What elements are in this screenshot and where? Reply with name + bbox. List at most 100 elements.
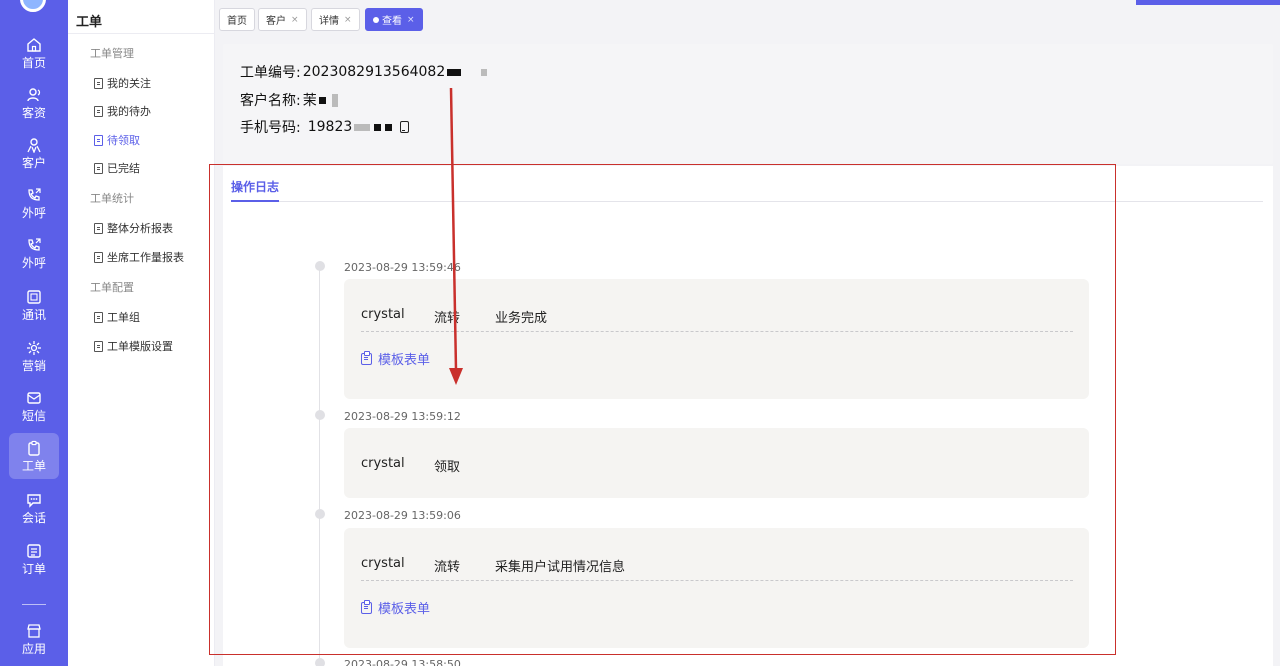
tab-view[interactable]: 查看 × [365, 8, 423, 31]
tab-detail[interactable]: 详情 × [311, 8, 360, 31]
customer-name-value: 茉 [302, 93, 317, 109]
outbound-call-icon [28, 187, 41, 201]
phone-row: 手机号码: 19823 [240, 117, 410, 137]
sms-icon [27, 391, 41, 404]
log-entry: crystal 领取 [344, 428, 1089, 498]
tab-home[interactable]: 首页 [219, 8, 255, 31]
rail-item-order[interactable]: 订单 [9, 536, 59, 582]
rail-item-work-order[interactable]: 工单 [9, 433, 59, 479]
template-form-link[interactable]: 模板表单 [361, 349, 430, 368]
submenu-item-my-todo[interactable]: 我的待办 [94, 103, 151, 119]
template-form-link-label: 模板表单 [378, 602, 431, 617]
submenu-item-work-order-group[interactable]: 工单组 [94, 309, 140, 325]
marketing-icon [27, 340, 41, 355]
template-form-link[interactable]: 模板表单 [361, 598, 430, 617]
document-icon [94, 222, 103, 234]
clipboard-icon [361, 599, 372, 614]
rail-item-label: 客户 [21, 155, 46, 170]
submenu-group-management: 工单管理 [90, 47, 134, 60]
log-entry-row: crystal 领取 [361, 456, 495, 475]
rail-item-label: 订单 [21, 561, 46, 576]
tab-label: 详情 [319, 16, 339, 27]
submenu-title-divider [68, 33, 215, 34]
rail-item-leads[interactable]: 客资 [9, 80, 59, 126]
log-entry-row: crystal 流转 业务完成 [361, 307, 547, 326]
active-dot-icon [373, 16, 379, 23]
close-icon[interactable]: × [407, 15, 415, 25]
template-form-link-label: 模板表单 [378, 353, 431, 368]
log-entry: crystal 流转 采集用户试用情况信息 模板表单 [344, 528, 1089, 648]
submenu-item-overall-report[interactable]: 整体分析报表 [94, 220, 173, 236]
rail-item-apps[interactable]: 应用 [9, 616, 59, 662]
log-entry-divider [361, 331, 1073, 332]
submenu-item-label: 已完结 [107, 162, 140, 175]
document-icon [94, 77, 103, 89]
rail-item-chat[interactable]: 会话 [9, 485, 59, 531]
topbar-accent [1136, 0, 1280, 5]
ticket-info-card: 工单编号: 2023082913564082 客户名称: 茉 手机号码: 198… [223, 44, 1273, 164]
rail-item-marketing[interactable]: 营销 [9, 333, 59, 379]
rail-item-label: 首页 [21, 55, 46, 70]
rail-item-label: 外呼 [21, 205, 46, 220]
submenu-item-template-settings[interactable]: 工单模版设置 [94, 338, 173, 354]
log-entry-action: 流转 [434, 560, 461, 575]
rail-item-home[interactable]: 首页 [9, 30, 59, 76]
close-icon[interactable]: × [291, 15, 299, 25]
tab-operation-log[interactable]: 操作日志 [231, 178, 279, 195]
document-icon [94, 105, 103, 117]
submenu-item-label: 我的待办 [107, 105, 151, 118]
submenu-item-to-claim[interactable]: 待领取 [94, 132, 140, 148]
rail-item-label: 会话 [21, 510, 46, 525]
contacts-icon [27, 289, 41, 304]
rail-item-label: 外呼 [21, 255, 46, 270]
rail-divider [22, 604, 46, 605]
leads-icon [27, 87, 41, 101]
rail-item-label: 短信 [21, 408, 46, 423]
rail-item-label: 工单 [21, 458, 46, 473]
tab-customer[interactable]: 客户 × [258, 8, 307, 31]
submenu-item-label: 整体分析报表 [107, 222, 173, 235]
log-entry-time: 2023-08-29 13:58:50 [344, 658, 461, 666]
rail-item-outbound-2[interactable]: 外呼 [9, 230, 59, 276]
submenu-title: 工单 [76, 15, 103, 30]
timeline-dot [315, 410, 325, 420]
rail-item-label: 通讯 [21, 307, 46, 322]
mobile-phone-icon[interactable] [400, 121, 410, 133]
masked-text [481, 68, 488, 76]
log-entry-row: crystal 流转 采集用户试用情况信息 [361, 556, 625, 575]
main-content: 工单编号: 2023082913564082 客户名称: 茉 手机号码: 198… [215, 34, 1280, 666]
timeline-dot [315, 509, 325, 519]
submenu-item-completed[interactable]: 已完结 [94, 160, 140, 176]
document-icon [94, 134, 103, 146]
submenu-item-label: 工单组 [107, 311, 140, 324]
log-entry-time: 2023-08-29 13:59:12 [344, 410, 461, 423]
document-icon [94, 251, 103, 263]
log-entry-detail: 采集用户试用情况信息 [495, 560, 626, 575]
submenu-group-config: 工单配置 [90, 281, 134, 294]
timeline-line [319, 266, 320, 666]
close-icon[interactable]: × [344, 15, 352, 25]
submenu-item-my-follow[interactable]: 我的关注 [94, 75, 151, 91]
ticket-id-label: 工单编号: [240, 65, 301, 81]
log-entry-action: 领取 [434, 460, 461, 475]
timeline-dot [315, 261, 325, 271]
rail-item-customer[interactable]: 客户 [9, 130, 59, 176]
work-order-submenu: 工单 工单管理 我的关注 我的待办 待领取 已完结 工单统计 整体分析报表 坐席… [68, 0, 215, 666]
work-order-icon [28, 440, 40, 456]
document-icon [94, 311, 103, 323]
ticket-id-value: 2023082913564082 [302, 64, 446, 80]
rail-item-label: 客资 [21, 105, 46, 120]
chat-icon [27, 493, 41, 508]
rail-item-outbound-1[interactable]: 外呼 [9, 180, 59, 226]
rail-item-sms[interactable]: 短信 [9, 383, 59, 429]
phone-value: 19823 [307, 119, 353, 135]
submenu-item-label: 我的关注 [107, 77, 151, 90]
customer-name-label: 客户名称: [240, 93, 301, 109]
phone-label: 手机号码: [240, 120, 301, 136]
masked-text [447, 68, 462, 76]
submenu-item-label: 工单模版设置 [107, 340, 173, 353]
submenu-item-agent-workload-report[interactable]: 坐席工作量报表 [94, 249, 184, 265]
log-entry-user: crystal [361, 456, 405, 471]
rail-item-contacts[interactable]: 通讯 [9, 282, 59, 328]
tab-bar: 首页 客户 × 详情 × 查看 × [215, 0, 1280, 34]
